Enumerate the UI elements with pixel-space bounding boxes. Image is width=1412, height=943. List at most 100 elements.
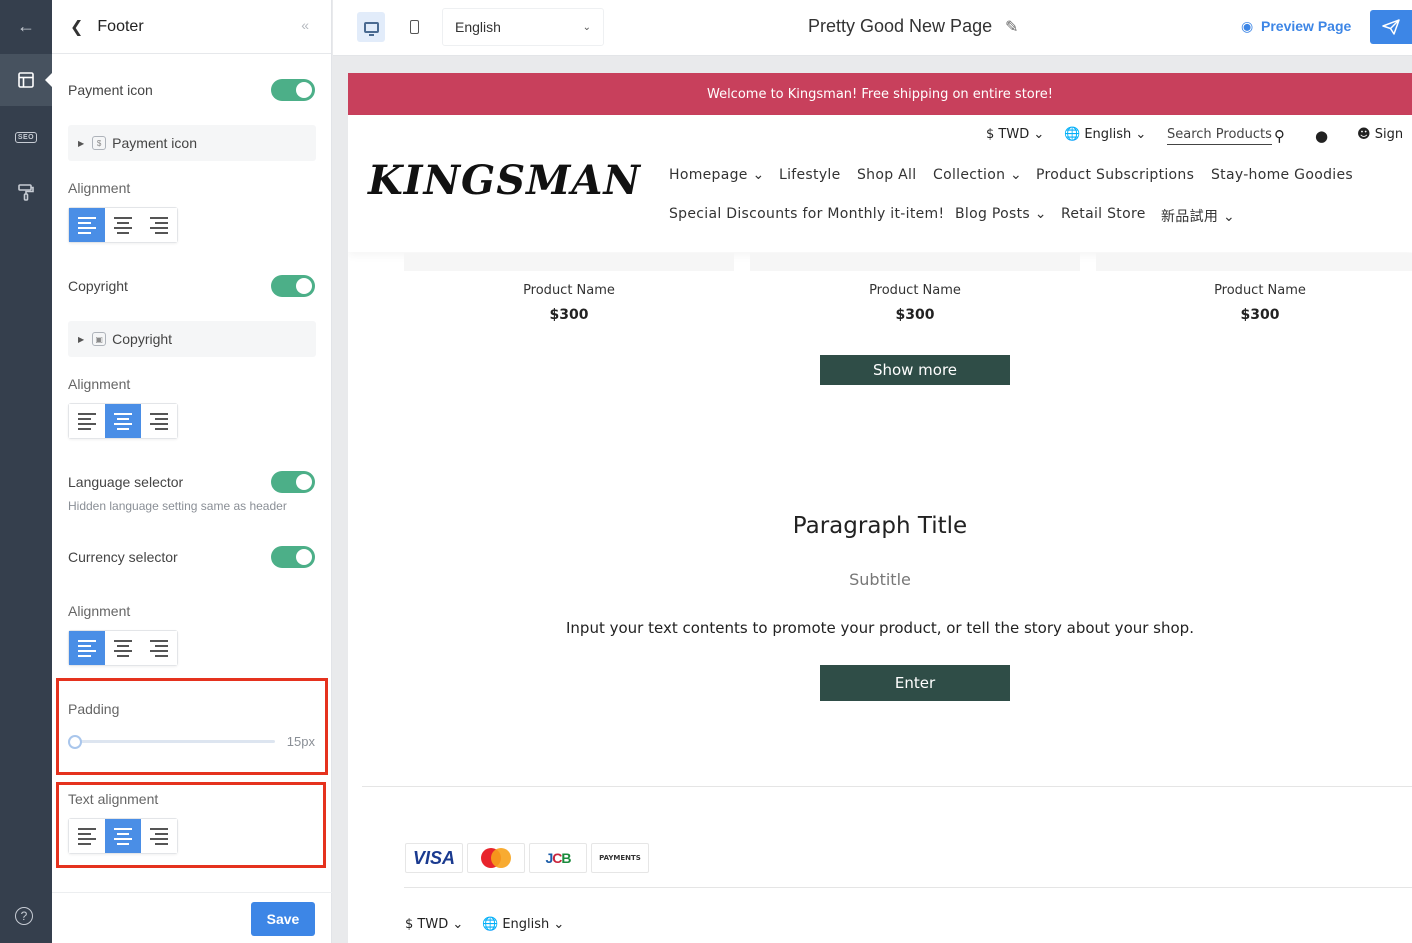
save-button[interactable]: Save (251, 902, 315, 936)
sign-label: Sign (1374, 127, 1404, 142)
payments-icon: PAYMENTS (591, 843, 649, 873)
chevron-down-icon: ⌄ (1135, 127, 1147, 142)
mobile-view-button[interactable] (400, 12, 428, 42)
nav-homepage[interactable]: Homepage ⌄ (669, 167, 765, 183)
align-center-button[interactable] (105, 208, 141, 242)
collapse-icon[interactable]: « (301, 17, 309, 33)
nav-new-trial[interactable]: 新品試用 ⌄ (1161, 206, 1235, 226)
enter-button[interactable]: Enter (820, 665, 1010, 701)
caret-right-icon: ▶ (78, 334, 85, 344)
language-select[interactable]: English ⌄ (442, 8, 604, 46)
product-price: $300 (895, 307, 935, 323)
jcb-label: JCB (545, 850, 571, 866)
pencil-icon[interactable]: ✎ (1005, 17, 1018, 37)
align-left-icon (78, 412, 96, 430)
product-card[interactable]: Product Name $300 (1095, 283, 1412, 323)
seo-label: SEO (14, 131, 38, 143)
text-alignment-group (68, 818, 178, 854)
currency-dropdown[interactable]: $ TWD ⌄ (986, 127, 1044, 142)
back-arrow-icon[interactable]: ← (0, 0, 52, 52)
panel-title: Footer (97, 17, 144, 35)
search-products-input[interactable]: Search Products (1167, 127, 1272, 145)
language-dropdown[interactable]: 🌐 English ⌄ (1064, 127, 1146, 142)
nav-blog-label: Blog Posts (955, 206, 1030, 222)
currency-selector-label: Currency selector (68, 549, 178, 565)
padding-label: Padding (68, 701, 120, 717)
align-left-button[interactable] (69, 631, 105, 665)
align-left-icon (78, 639, 96, 657)
nav-trial-label: 新品試用 (1161, 209, 1219, 225)
show-more-button[interactable]: Show more (820, 355, 1010, 385)
nav-retail-store[interactable]: Retail Store (1061, 206, 1146, 222)
sign-in-link[interactable]: ☻ Sign (1357, 127, 1403, 142)
page-preview: Welcome to Kingsman! Free shipping on en… (348, 73, 1412, 943)
align-center-button[interactable] (105, 404, 141, 438)
nav-collection-label: Collection (933, 167, 1006, 183)
product-image[interactable] (1096, 253, 1412, 271)
language-select-value: English (455, 19, 501, 35)
align-right-button[interactable] (141, 631, 177, 665)
align-center-button[interactable] (105, 819, 141, 853)
footer-currency-value: $ TWD (405, 917, 449, 932)
chevron-down-icon: ⌄ (452, 917, 464, 932)
product-image[interactable] (750, 253, 1080, 271)
monitor-icon (363, 21, 379, 36)
chevron-left-icon[interactable]: ❮ (70, 17, 83, 37)
padding-highlight-box (56, 678, 328, 775)
product-image[interactable] (404, 253, 734, 271)
payment-icon-toggle[interactable] (271, 79, 315, 101)
nav-shop-all[interactable]: Shop All (857, 167, 916, 183)
align-right-icon (150, 639, 168, 657)
site-logo[interactable]: KINGSMAN (368, 157, 641, 204)
user-icon: ☻ (1357, 127, 1371, 142)
align-left-button[interactable] (69, 819, 105, 853)
eye-icon: ◉ (1241, 18, 1254, 34)
left-rail: ← SEO ? (0, 0, 53, 943)
align-right-button[interactable] (141, 208, 177, 242)
currency-selector-toggle[interactable] (271, 546, 315, 568)
chat-icon[interactable]: ● (1315, 127, 1328, 145)
payments-label: PAYMENTS (599, 854, 641, 862)
seo-icon[interactable]: SEO (0, 111, 52, 163)
desktop-view-button[interactable] (357, 12, 385, 42)
search-icon[interactable]: ⚲ (1274, 127, 1285, 145)
copyright-collapsible[interactable]: ▶ ▣ Copyright (68, 321, 316, 357)
caret-right-icon: ▶ (78, 138, 85, 148)
align-right-icon (150, 412, 168, 430)
padding-slider-handle[interactable] (68, 735, 82, 749)
currency-alignment-label: Alignment (68, 603, 131, 619)
footer-currency-dropdown[interactable]: $ TWD ⌄ (405, 917, 463, 932)
image-icon: ▣ (92, 332, 107, 346)
currency-alignment-group (68, 630, 178, 666)
publish-button[interactable] (1370, 10, 1412, 44)
product-card[interactable]: Product Name $300 (404, 283, 734, 323)
nav-lifestyle[interactable]: Lifestyle (779, 167, 841, 183)
align-left-button[interactable] (69, 404, 105, 438)
preview-page-link[interactable]: ◉ Preview Page (1241, 18, 1351, 35)
paint-roller-icon[interactable] (0, 166, 52, 218)
product-card[interactable]: Product Name $300 (750, 283, 1080, 323)
jcb-icon: JCB (529, 843, 587, 873)
align-center-button[interactable] (105, 631, 141, 665)
nav-blog-posts[interactable]: Blog Posts ⌄ (955, 206, 1047, 222)
language-selector-toggle[interactable] (271, 471, 315, 493)
nav-stay-home-goodies[interactable]: Stay-home Goodies (1211, 167, 1353, 183)
payment-icon-collapsible[interactable]: ▶ $ Payment icon (68, 125, 316, 161)
nav-collection[interactable]: Collection ⌄ (933, 167, 1022, 183)
payment-alignment-label: Alignment (68, 180, 131, 196)
layout-icon[interactable] (0, 54, 53, 106)
align-left-button[interactable] (69, 208, 105, 242)
payment-alignment-group (68, 207, 178, 243)
footer-language-dropdown[interactable]: 🌐 English ⌄ (482, 917, 564, 932)
align-right-icon (150, 216, 168, 234)
align-right-button[interactable] (141, 819, 177, 853)
nav-product-subscriptions[interactable]: Product Subscriptions (1036, 167, 1194, 183)
help-icon[interactable]: ? (15, 907, 33, 925)
copyright-item-label: Copyright (112, 331, 173, 347)
mastercard-icon (467, 843, 525, 873)
nav-special-discounts[interactable]: Special Discounts for Monthly it-item! (669, 206, 944, 222)
copyright-toggle[interactable] (271, 275, 315, 297)
align-right-button[interactable] (141, 404, 177, 438)
padding-slider-track[interactable] (68, 740, 275, 743)
visa-icon: VISA (405, 843, 463, 873)
